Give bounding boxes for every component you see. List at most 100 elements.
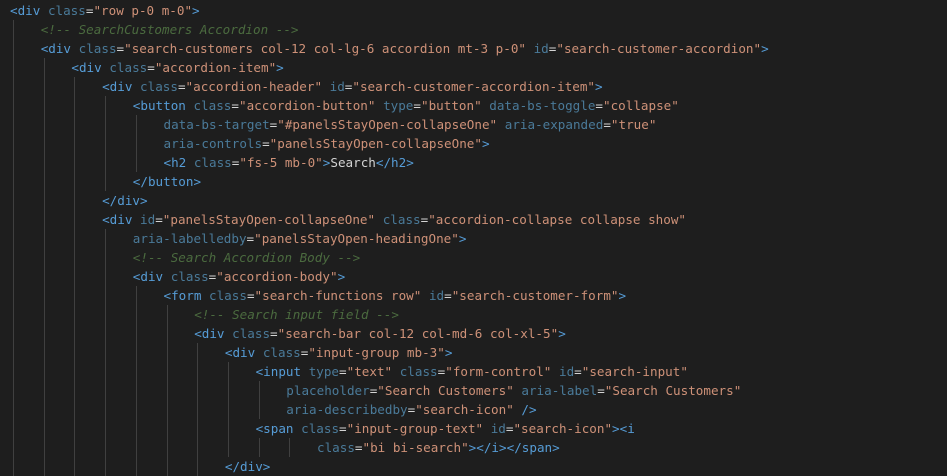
code-line[interactable]: <!-- Search Accordion Body --> xyxy=(0,248,947,267)
indent-guide xyxy=(43,267,45,286)
code-token: = xyxy=(603,117,611,132)
code-line[interactable]: <button class="accordion-button" type="b… xyxy=(0,96,947,115)
code-line[interactable]: aria-labelledby="panelsStayOpen-headingO… xyxy=(0,229,947,248)
code-line[interactable]: aria-describedby="search-icon" /> xyxy=(0,400,947,419)
indent-guide xyxy=(43,77,45,96)
code-line[interactable]: </button> xyxy=(0,172,947,191)
code-token: aria-labelledby xyxy=(132,231,247,246)
code-token: id xyxy=(140,212,156,227)
code-token: aria-controls xyxy=(163,136,263,151)
code-line[interactable]: </div> xyxy=(0,457,947,476)
indent-guide xyxy=(43,248,45,267)
indent-guide xyxy=(166,324,168,343)
code-token: "accordion-button" xyxy=(238,98,376,113)
code-token: = xyxy=(339,364,347,379)
code-line[interactable]: <!-- Search input field --> xyxy=(0,305,947,324)
code-line[interactable]: <div class="input-group mb-3"> xyxy=(0,343,947,362)
code-line[interactable]: <h2 class="fs-5 mb-0">Search</h2> xyxy=(0,153,947,172)
indent-guide xyxy=(135,115,137,134)
indent-guide xyxy=(43,381,45,400)
code-text: <h2 class="fs-5 mb-0">Search</h2> xyxy=(164,153,414,172)
code-token: data-bs-target xyxy=(163,117,270,132)
indent-guide xyxy=(105,362,107,381)
indent-guide xyxy=(13,248,14,267)
code-token: = xyxy=(246,231,255,246)
code-token: "panelsStayOpen-collapseOne" xyxy=(162,212,376,227)
indent-guide xyxy=(74,438,76,457)
indent-guide xyxy=(74,153,76,172)
indent-guide xyxy=(13,115,14,134)
code-line[interactable]: <div class="search-bar col-12 col-md-6 c… xyxy=(0,324,947,343)
indent-guide xyxy=(43,58,45,77)
code-line[interactable]: class="bi bi-search"></i></span> xyxy=(0,438,947,457)
code-line[interactable]: <span class="input-group-text" id="searc… xyxy=(0,419,947,438)
indent-guide xyxy=(43,286,45,305)
code-token: id xyxy=(490,421,506,436)
code-token: class xyxy=(109,60,148,75)
code-text: aria-describedby="search-icon" /> xyxy=(286,400,536,419)
indent-guide xyxy=(227,419,229,438)
code-token: = xyxy=(270,326,278,341)
indent-guide xyxy=(13,362,14,381)
code-token: > xyxy=(192,3,200,18)
code-token: <!-- SearchCustomers Accordion --> xyxy=(40,22,299,37)
code-line[interactable]: placeholder="Search Customers" aria-labe… xyxy=(0,381,947,400)
code-line[interactable]: <!-- SearchCustomers Accordion --> xyxy=(0,20,947,39)
code-token: <input xyxy=(255,364,302,379)
indent-guide xyxy=(74,362,76,381)
code-token: = xyxy=(597,383,605,398)
code-token: class xyxy=(47,3,86,18)
code-text: <!-- Search input field --> xyxy=(194,305,399,324)
code-line[interactable]: <div id="panelsStayOpen-collapseOne" cla… xyxy=(0,210,947,229)
indent-guide xyxy=(105,400,107,419)
code-token: "#panelsStayOpen-collapseOne" xyxy=(277,117,498,132)
code-token: <!-- Search Accordion Body --> xyxy=(132,250,361,265)
code-token: "search-functions row" xyxy=(254,288,422,303)
code-token: "search-customer-accordion-item" xyxy=(352,79,596,94)
indent-guide xyxy=(74,115,76,134)
code-token: = xyxy=(574,364,582,379)
code-line[interactable]: <div class="accordion-header" id="search… xyxy=(0,77,947,96)
indent-guide xyxy=(258,438,260,457)
code-line[interactable]: <input type="text" class="form-control" … xyxy=(0,362,947,381)
indent-guide xyxy=(166,362,168,381)
code-line[interactable]: <div class="search-customers col-12 col-… xyxy=(0,39,947,58)
code-line[interactable]: data-bs-target = "#panelsStayOpen-collapse… xyxy=(0,115,947,134)
indent-guide xyxy=(74,191,76,210)
code-line[interactable]: <form class="search-functions row" id="s… xyxy=(0,286,947,305)
indent-guide xyxy=(13,400,14,419)
indent-guide xyxy=(105,248,107,267)
code-token: aria-expanded xyxy=(504,117,604,132)
code-line[interactable]: aria-controls="panelsStayOpen-collapseOn… xyxy=(0,134,947,153)
indent-guide xyxy=(13,267,14,286)
indent-guide xyxy=(227,438,229,457)
indent-guide xyxy=(13,438,14,457)
indent-guide xyxy=(105,115,107,134)
code-line[interactable]: </div> xyxy=(0,191,947,210)
indent-guide xyxy=(105,457,107,476)
code-token: </div> xyxy=(224,459,271,474)
indent-guide xyxy=(105,172,107,191)
code-line[interactable]: <div class="accordion-body"> xyxy=(0,267,947,286)
code-editor[interactable]: <div class="row p-0 m-0"> <!-- SearchCust… xyxy=(0,1,947,476)
code-line[interactable]: <div class="accordion-item"> xyxy=(0,58,947,77)
code-token: "accordion-header" xyxy=(185,79,323,94)
code-token: = xyxy=(155,212,163,227)
code-token: class xyxy=(78,41,117,56)
code-token: "search-icon" xyxy=(415,402,514,417)
indent-guide xyxy=(227,362,229,381)
indent-guide xyxy=(258,381,260,400)
indent-guide xyxy=(197,381,199,400)
code-line[interactable]: <div class="row p-0 m-0"> xyxy=(0,1,947,20)
indent-guide xyxy=(166,438,168,457)
